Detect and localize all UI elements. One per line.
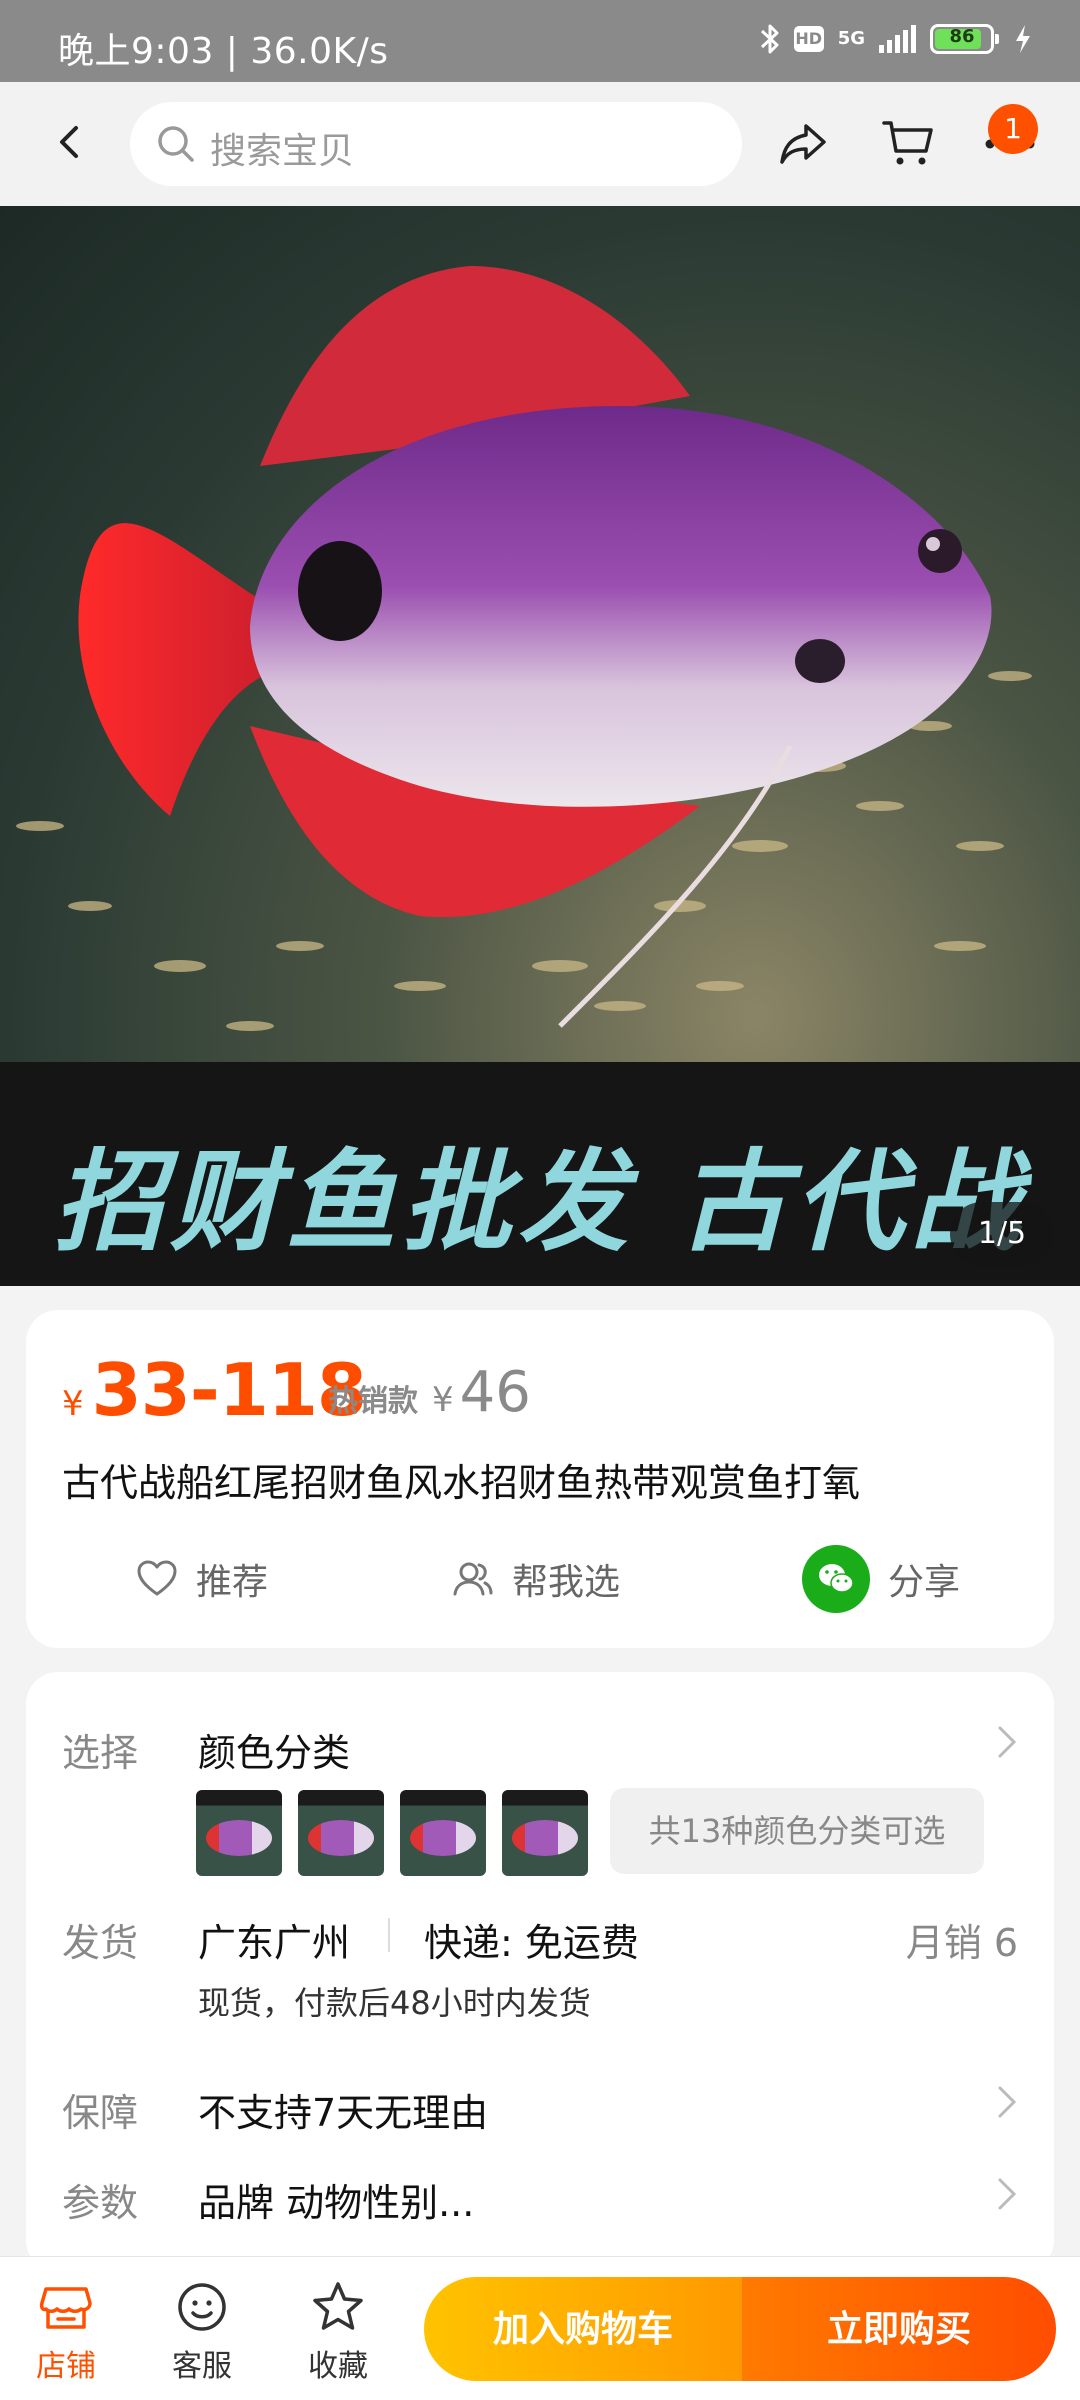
status-icons: HD 5G 86 — [760, 22, 1032, 56]
store-label: 店铺 — [36, 2349, 96, 2384]
hot-price: 热销款 ¥ 46 — [328, 1360, 531, 1425]
status-bar: 晚上9:03 | 36.0K/s HD 5G 86 — [0, 0, 1080, 82]
guarantee-label: 保障 — [62, 2091, 139, 2135]
store-tab[interactable]: 店铺 — [16, 2279, 116, 2385]
signal-icon — [879, 25, 916, 53]
shipping-origin: 广东广州 — [198, 1921, 351, 1965]
product-title: 古代战船红尾招财鱼风水招财鱼热带观赏鱼打氧 — [62, 1461, 861, 1505]
recommend-label: 推荐 — [196, 1562, 269, 1603]
hot-price-amount: 46 — [459, 1360, 531, 1425]
recommend-button[interactable]: 推荐 — [136, 1534, 268, 1624]
share-icon[interactable] — [778, 120, 828, 166]
sku-thumbnails — [196, 1790, 588, 1876]
bluetooth-icon — [760, 24, 779, 54]
store-icon — [39, 2287, 92, 2329]
cart-badge: 1 — [988, 104, 1038, 154]
hd-badge: HD — [793, 26, 824, 52]
back-icon[interactable] — [50, 122, 90, 162]
add-to-cart-button[interactable]: 加入购物车 — [424, 2277, 742, 2381]
heart-icon — [137, 1560, 177, 1596]
shipping-note: 现货，付款后48小时内发货 — [198, 1984, 591, 2022]
search-icon — [158, 126, 194, 162]
price-card: ¥ 33-118 热销款 ¥ 46 古代战船红尾招财鱼风水招财鱼热带观赏鱼打氧 … — [26, 1310, 1054, 1648]
product-image-gallery[interactable]: 招财鱼批发 古代战船 1/5 — [0, 206, 1080, 1286]
monthly-sales: 月销 6 — [905, 1921, 1018, 1965]
cart-icon[interactable] — [882, 118, 934, 168]
divider — [388, 1918, 390, 1952]
more-colors-chip[interactable]: 共13种颜色分类可选 — [610, 1788, 984, 1874]
buy-now-button[interactable]: 立即购买 — [742, 2277, 1056, 2381]
shipping-label: 发货 — [62, 1921, 139, 1965]
banner-text: 招财鱼批发 古代战船 — [53, 1138, 1027, 1266]
top-nav: 搜索宝贝 1 — [0, 82, 1080, 206]
share-wechat-button[interactable]: 分享 — [802, 1534, 960, 1624]
service-label: 客服 — [172, 2349, 232, 2384]
hot-price-symbol: ¥ — [432, 1380, 454, 1420]
search-input[interactable]: 搜索宝贝 — [130, 102, 742, 186]
shipping-express: 快递: 免运费 — [424, 1921, 639, 1965]
sku-thumbnail[interactable] — [196, 1790, 282, 1876]
service-tab[interactable]: 客服 — [152, 2279, 252, 2385]
price-amount: 33-118 — [91, 1348, 367, 1432]
battery-icon: 86 — [930, 24, 999, 54]
favorite-label: 收藏 — [308, 2349, 368, 2384]
select-value: 颜色分类 — [198, 1731, 351, 1775]
favorite-tab[interactable]: 收藏 — [288, 2279, 388, 2385]
fish-photo — [16, 266, 1032, 1031]
select-label: 选择 — [62, 1731, 139, 1775]
price: ¥ 33-118 — [62, 1348, 367, 1432]
sku-thumbnail[interactable] — [298, 1790, 384, 1876]
share-label: 分享 — [888, 1562, 961, 1603]
help-choose-button[interactable]: 帮我选 — [452, 1534, 620, 1624]
sku-thumbnail[interactable] — [400, 1790, 486, 1876]
price-symbol: ¥ — [62, 1384, 84, 1424]
sku-thumbnail[interactable] — [502, 1790, 588, 1876]
help-choose-label: 帮我选 — [512, 1562, 621, 1603]
search-placeholder: 搜索宝贝 — [210, 131, 355, 172]
details-card: 选择 颜色分类 共13种颜色分类可选 发货 广东广州 快递: 免运费 月销 6 … — [26, 1672, 1054, 2272]
params-label: 参数 — [62, 2181, 139, 2225]
battery-level: 86 — [949, 26, 975, 47]
chevron-right-icon — [998, 1726, 1017, 1758]
wechat-icon — [802, 1545, 870, 1613]
chevron-right-icon — [998, 2086, 1017, 2118]
bottom-action-bar: 店铺 客服 收藏 加入购物车 立即购买 — [0, 2256, 1080, 2400]
people-icon — [453, 1562, 493, 1596]
status-time: 晚上9:03 | 36.0K/s — [58, 31, 389, 72]
network-type: 5G — [837, 28, 865, 49]
customer-service-icon — [178, 2283, 226, 2331]
chevron-right-icon — [998, 2178, 1017, 2210]
star-icon — [313, 2282, 363, 2330]
product-actions: 推荐 帮我选 分享 — [26, 1534, 1054, 1624]
charging-icon — [1016, 25, 1030, 53]
hot-label: 热销款 — [328, 1384, 418, 1419]
params-value: 品牌 动物性别... — [198, 2181, 475, 2225]
image-counter: 1/5 — [950, 1202, 1054, 1266]
guarantee-value: 不支持7天无理由 — [198, 2091, 489, 2135]
